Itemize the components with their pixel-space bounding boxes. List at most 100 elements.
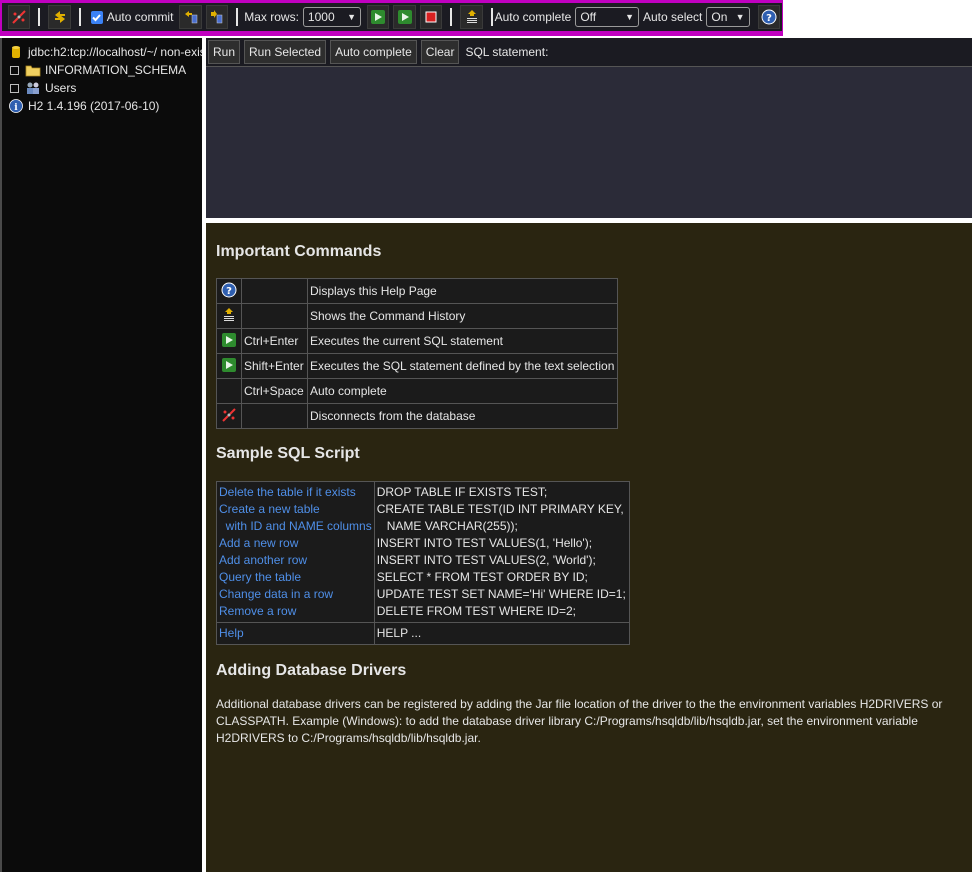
svg-text:?: ?: [766, 13, 772, 24]
run-selected-icon: [397, 10, 412, 24]
sample-link[interactable]: Add a new row: [219, 535, 372, 552]
rollback-icon: [184, 11, 197, 24]
check-icon: [92, 13, 101, 21]
run-selected-icon: [222, 357, 236, 372]
sample-links-cell: Delete the table if it exists Create a n…: [216, 481, 375, 623]
auto-complete-value: Off: [580, 10, 597, 24]
sql-line: INSERT INTO TEST VALUES(2, 'World');: [376, 553, 596, 567]
history-button[interactable]: [460, 5, 483, 29]
auto-commit-checkbox[interactable]: [90, 10, 103, 24]
help-button[interactable]: ?: [757, 5, 781, 29]
clear-button[interactable]: Clear: [420, 40, 460, 64]
help-icon: ?: [761, 9, 777, 25]
sample-link[interactable]: Delete the table if it exists: [219, 484, 372, 501]
table-row: Disconnects from the database: [216, 403, 618, 429]
commands-table: ? Displays this Help Page Shows the Comm…: [216, 278, 618, 429]
commit-button[interactable]: [205, 5, 229, 29]
command-desc: Displays this Help Page: [307, 278, 618, 304]
tree-item-version: i H2 1.4.196 (2017-06-10): [8, 97, 159, 115]
sample-link[interactable]: Change data in a row: [219, 586, 372, 603]
info-icon: i: [8, 98, 24, 114]
command-desc: Executes the current SQL statement: [307, 328, 618, 354]
chevron-down-icon: ▼: [625, 12, 634, 22]
drivers-paragraph: Additional database drivers can be regis…: [216, 697, 943, 745]
auto-commit-label: Auto commit: [106, 10, 174, 24]
auto-select-select[interactable]: On ▼: [706, 7, 750, 27]
toolbar-separator: [490, 8, 493, 26]
command-key: Ctrl+Enter: [241, 328, 308, 354]
database-tree: jdbc:h2:tcp://localhost/~/ non-exis INFO…: [0, 38, 202, 872]
sample-link[interactable]: Create a new table: [219, 501, 372, 518]
sample-link[interactable]: Add another row: [219, 552, 372, 569]
help-link[interactable]: Help: [219, 625, 372, 642]
run-button[interactable]: [367, 5, 390, 29]
toolbar-inner: Auto commit Max rows: 1000 ▼ Auto comple…: [2, 3, 782, 31]
history-icon: [466, 10, 477, 23]
sample-link[interactable]: Query the table: [219, 569, 372, 586]
rollback-button[interactable]: [179, 5, 202, 29]
sql-line: UPDATE TEST SET NAME='Hi' WHERE ID=1;: [376, 587, 626, 601]
command-key: Shift+Enter: [241, 353, 308, 379]
run-selected-button[interactable]: [393, 5, 416, 29]
command-desc: Auto complete: [307, 378, 618, 404]
stop-button[interactable]: [419, 5, 443, 29]
sql-line: CREATE TABLE TEST(ID INT PRIMARY KEY,: [376, 502, 624, 516]
sample-link[interactable]: Remove a row: [219, 603, 372, 620]
stop-icon: [425, 11, 437, 23]
svg-text:i: i: [14, 103, 18, 113]
toolbar-separator: [38, 8, 41, 26]
refresh-icon: [54, 11, 65, 23]
command-key: [241, 403, 308, 429]
sql-editor[interactable]: [206, 66, 972, 218]
sql-line: DELETE FROM TEST WHERE ID=2;: [376, 604, 576, 618]
tree-item-users[interactable]: Users: [8, 79, 76, 97]
run-icon: [222, 332, 236, 347]
auto-complete-select[interactable]: Off ▼: [575, 7, 639, 27]
table-row: Delete the table if it exists Create a n…: [216, 481, 630, 623]
command-desc: Disconnects from the database: [307, 403, 618, 429]
sql-line: DROP TABLE IF EXISTS TEST;: [376, 485, 548, 499]
expand-box-icon[interactable]: [10, 83, 19, 93]
database-icon: [8, 44, 24, 60]
table-row: ? Displays this Help Page: [216, 278, 618, 304]
command-key: [241, 303, 308, 329]
users-label: Users: [45, 81, 77, 95]
run-icon: [371, 10, 386, 24]
sql-line: NAME VARCHAR(255));: [376, 519, 518, 533]
tree-item-information-schema[interactable]: INFORMATION_SCHEMA: [8, 61, 186, 79]
auto-select-label: Auto select: [643, 10, 703, 24]
expand-box-icon[interactable]: [10, 65, 19, 75]
max-rows-select[interactable]: 1000 ▼: [302, 7, 362, 27]
toolbar-separator: [236, 8, 239, 26]
toolbar: Auto commit Max rows: 1000 ▼ Auto comple…: [0, 0, 972, 36]
disconnect-icon: [222, 407, 236, 422]
help-icon: ?: [221, 282, 237, 297]
refresh-button[interactable]: [48, 5, 71, 29]
connection-label: jdbc:h2:tcp://localhost/~/ non-exis: [28, 45, 202, 59]
history-icon: [224, 307, 234, 321]
sql-statement-label: SQL statement:: [465, 45, 549, 59]
disconnect-button[interactable]: [8, 5, 31, 29]
sql-line: SELECT * FROM TEST ORDER BY ID;: [376, 570, 588, 584]
table-row: Ctrl+Enter Executes the current SQL stat…: [216, 328, 618, 354]
commit-icon: [211, 10, 223, 24]
svg-text:?: ?: [226, 286, 232, 297]
auto-complete-button[interactable]: Auto complete: [330, 40, 417, 64]
sql-line: INSERT INTO TEST VALUES(1, 'Hello');: [376, 536, 593, 550]
auto-complete-label: Auto complete: [494, 10, 572, 24]
sample-sql-table: Delete the table if it exists Create a n…: [216, 481, 630, 645]
sample-link[interactable]: with ID and NAME columns: [219, 518, 372, 535]
important-commands-heading: Important Commands: [216, 243, 382, 260]
toolbar-separator: [78, 8, 81, 26]
chevron-down-icon: ▼: [347, 12, 357, 22]
tree-item-connection[interactable]: jdbc:h2:tcp://localhost/~/ non-exis: [8, 43, 202, 61]
folder-icon: [25, 62, 41, 78]
run-selected-query-button[interactable]: Run Selected: [244, 40, 327, 64]
sample-sql-cell: DROP TABLE IF EXISTS TEST; CREATE TABLE …: [373, 481, 630, 623]
disconnect-icon: [12, 10, 26, 24]
sample-sql-heading: Sample SQL Script: [216, 445, 360, 462]
run-query-button[interactable]: Run: [208, 40, 241, 64]
users-icon: [25, 80, 41, 96]
command-key: Ctrl+Space: [241, 378, 308, 404]
table-row: Shift+Enter Executes the SQL statement d…: [216, 353, 618, 379]
